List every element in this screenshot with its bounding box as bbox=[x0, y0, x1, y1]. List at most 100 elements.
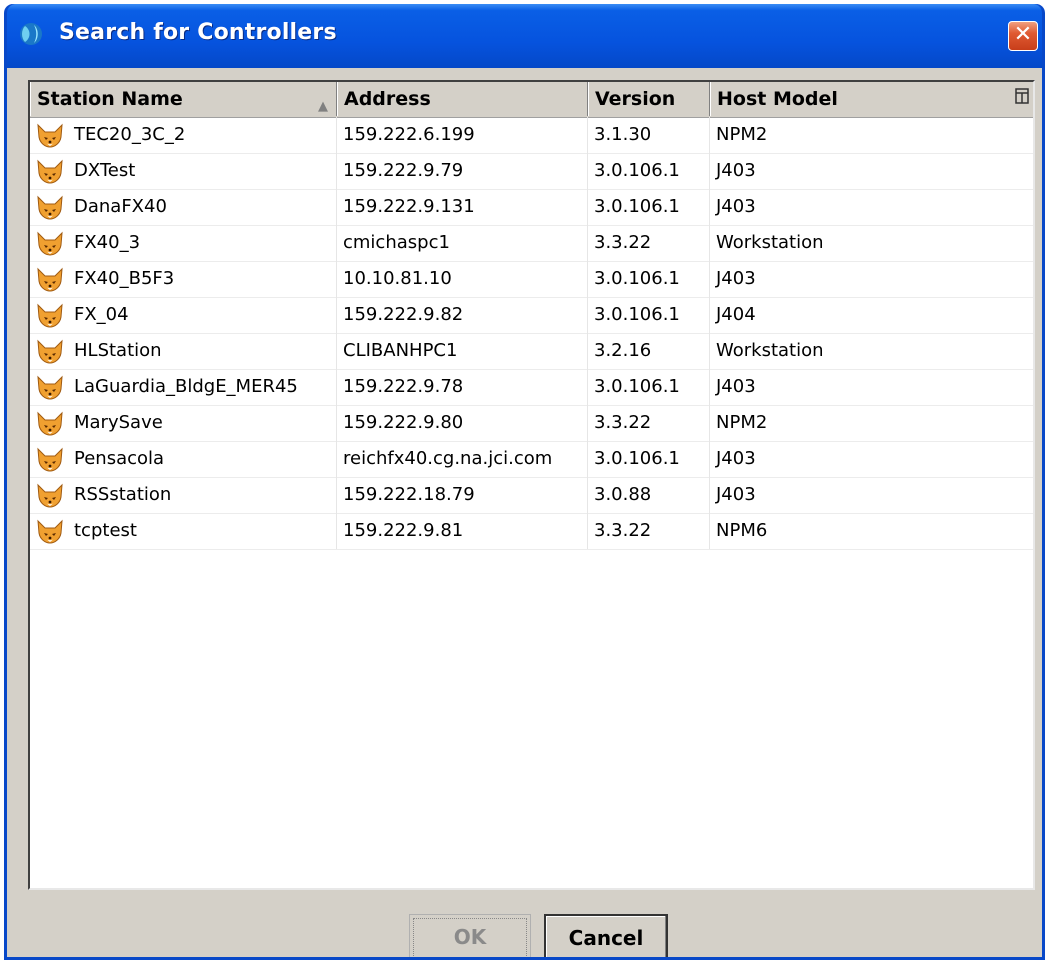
station-name-text: DanaFX40 bbox=[74, 196, 167, 217]
station-name-text: MarySave bbox=[74, 412, 163, 433]
column-header-version[interactable]: Version bbox=[588, 82, 710, 116]
table-header: Station Name ▲ Address Version Host Mode… bbox=[30, 82, 1033, 118]
cell-host-model: NPM2 bbox=[716, 412, 768, 433]
station-name-text: tcptest bbox=[74, 520, 137, 541]
cell-version: 3.0.106.1 bbox=[588, 261, 710, 297]
column-chooser-glyph bbox=[1015, 88, 1029, 104]
table-body: TEC20_3C_2 159.222.6.199 3.1.30 NPM2 DXTest 1… bbox=[30, 117, 1033, 888]
button-bar: OK Cancel bbox=[7, 904, 1042, 957]
table-row[interactable]: HLStation CLIBANHPC1 3.2.16 Workstation bbox=[30, 333, 1033, 370]
station-fox-icon bbox=[37, 123, 63, 148]
cell-host-model: J403 bbox=[716, 160, 756, 181]
cell-station-name: DXTest bbox=[30, 153, 337, 189]
station-fox-icon bbox=[37, 267, 63, 292]
search-for-controllers-dialog: Search for Controllers ✕ Station Name ▲ … bbox=[4, 4, 1045, 960]
cell-version: 3.0.106.1 bbox=[588, 297, 710, 333]
station-name-text: DXTest bbox=[74, 160, 136, 181]
cell-host-model: Workstation bbox=[716, 340, 824, 361]
column-header-host-model[interactable]: Host Model bbox=[710, 82, 1033, 116]
table-row[interactable]: DanaFX40 159.222.9.131 3.0.106.1 J403 bbox=[30, 189, 1033, 226]
station-fox-icon bbox=[37, 375, 63, 400]
station-fox-icon bbox=[37, 339, 63, 364]
station-fox-icon bbox=[37, 447, 63, 472]
cell-host-model: Workstation bbox=[716, 232, 824, 253]
cell-station-name: DanaFX40 bbox=[30, 189, 337, 225]
table-row[interactable]: MarySave 159.222.9.80 3.3.22 NPM2 bbox=[30, 405, 1033, 442]
station-name-text: RSSstation bbox=[74, 484, 172, 505]
cell-address: 159.222.9.81 bbox=[337, 513, 588, 549]
station-fox-icon bbox=[37, 159, 63, 184]
station-name-text: FX40_3 bbox=[74, 232, 141, 253]
cell-station-name: TEC20_3C_2 bbox=[30, 117, 337, 153]
cell-host-model: J403 bbox=[716, 268, 756, 289]
controllers-table: Station Name ▲ Address Version Host Mode… bbox=[28, 80, 1035, 890]
cell-host-model: NPM2 bbox=[716, 124, 768, 145]
cell-address: 159.222.9.80 bbox=[337, 405, 588, 441]
cell-version: 3.0.106.1 bbox=[588, 369, 710, 405]
station-fox-icon bbox=[37, 519, 63, 544]
table-row[interactable]: LaGuardia_BldgE_MER45 159.222.9.78 3.0.106… bbox=[30, 369, 1033, 406]
cell-version: 3.3.22 bbox=[588, 405, 710, 441]
cell-host-model: NPM6 bbox=[716, 520, 768, 541]
station-name-text: FX40_B5F3 bbox=[74, 268, 175, 289]
cell-address: CLIBANHPC1 bbox=[337, 333, 588, 369]
cell-station-name: HLStation bbox=[30, 333, 337, 369]
column-header-station-name[interactable]: Station Name ▲ bbox=[30, 82, 337, 116]
cell-host-model: J403 bbox=[716, 376, 756, 397]
cell-station-name: LaGuardia_BldgE_MER45 bbox=[30, 369, 337, 405]
cell-station-name: FX_04 bbox=[30, 297, 337, 333]
cell-version: 3.2.16 bbox=[588, 333, 710, 369]
table-row[interactable]: Pensacola reichfx40.cg.na.jci.com 3.0.106.… bbox=[30, 441, 1033, 478]
table-row[interactable]: TEC20_3C_2 159.222.6.199 3.1.30 NPM2 bbox=[30, 117, 1033, 154]
station-fox-icon bbox=[37, 483, 63, 508]
station-fox-icon bbox=[37, 231, 63, 256]
station-fox-icon bbox=[37, 411, 63, 436]
cancel-button[interactable]: Cancel bbox=[544, 914, 668, 957]
column-header-address[interactable]: Address bbox=[337, 82, 588, 116]
cell-version: 3.0.106.1 bbox=[588, 189, 710, 225]
station-name-text: LaGuardia_BldgE_MER45 bbox=[74, 376, 298, 397]
station-fox-icon bbox=[37, 195, 63, 220]
cell-version: 3.0.88 bbox=[588, 477, 710, 513]
station-name-text: TEC20_3C_2 bbox=[74, 124, 186, 145]
table-row[interactable]: FX40_B5F3 10.10.81.10 3.0.106.1 J403 bbox=[30, 261, 1033, 298]
cell-address: reichfx40.cg.na.jci.com bbox=[337, 441, 588, 477]
station-fox-icon bbox=[37, 303, 63, 328]
close-icon: ✕ bbox=[1013, 22, 1033, 47]
cell-station-name: FX40_3 bbox=[30, 225, 337, 261]
column-header-label: Station Name bbox=[37, 88, 183, 110]
cell-address: 159.222.6.199 bbox=[337, 117, 588, 153]
table-row[interactable]: FX_04 159.222.9.82 3.0.106.1 J404 bbox=[30, 297, 1033, 334]
column-chooser-icon[interactable] bbox=[1014, 88, 1030, 106]
cell-version: 3.1.30 bbox=[588, 117, 710, 153]
cell-address: 10.10.81.10 bbox=[337, 261, 588, 297]
cell-host-model: J404 bbox=[716, 304, 756, 325]
cell-address: 159.222.9.79 bbox=[337, 153, 588, 189]
cell-address: cmichaspc1 bbox=[337, 225, 588, 261]
close-button[interactable]: ✕ bbox=[1008, 21, 1038, 51]
station-name-text: Pensacola bbox=[74, 448, 165, 469]
cell-version: 3.0.106.1 bbox=[588, 441, 710, 477]
table-row[interactable]: DXTest 159.222.9.79 3.0.106.1 J403 bbox=[30, 153, 1033, 190]
cell-station-name: MarySave bbox=[30, 405, 337, 441]
cell-version: 3.3.22 bbox=[588, 225, 710, 261]
cell-version: 3.0.106.1 bbox=[588, 153, 710, 189]
column-header-label: Address bbox=[344, 88, 431, 110]
cell-host-model: J403 bbox=[716, 484, 756, 505]
title-bar[interactable]: Search for Controllers ✕ bbox=[7, 4, 1042, 68]
dialog-body: Station Name ▲ Address Version Host Mode… bbox=[7, 68, 1042, 957]
cell-station-name: tcptest bbox=[30, 513, 337, 549]
column-header-label: Host Model bbox=[717, 88, 838, 110]
niagara-globe-icon bbox=[20, 23, 42, 45]
cancel-button-label: Cancel bbox=[568, 926, 644, 950]
table-row[interactable]: RSSstation 159.222.18.79 3.0.88 J403 bbox=[30, 477, 1033, 514]
cell-host-model: J403 bbox=[716, 196, 756, 217]
cell-address: 159.222.18.79 bbox=[337, 477, 588, 513]
cell-version: 3.3.22 bbox=[588, 513, 710, 549]
ok-button[interactable]: OK bbox=[409, 914, 531, 957]
table-row[interactable]: FX40_3 cmichaspc1 3.3.22 Workstation bbox=[30, 225, 1033, 262]
table-row[interactable]: tcptest 159.222.9.81 3.3.22 NPM6 bbox=[30, 513, 1033, 550]
station-name-text: FX_04 bbox=[74, 304, 129, 325]
focus-ring bbox=[413, 918, 527, 957]
window-title: Search for Controllers bbox=[59, 20, 337, 45]
